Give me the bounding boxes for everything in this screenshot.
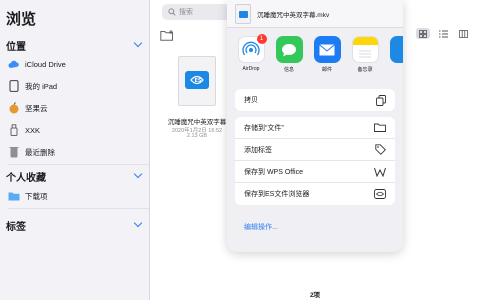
partial-app-icon bbox=[389, 36, 403, 63]
file-thumbnail: ES bbox=[178, 56, 216, 106]
view-mode-buttons bbox=[416, 28, 470, 39]
file-thumbnail bbox=[235, 4, 251, 24]
divider bbox=[8, 164, 149, 165]
airdrop-icon: 1 bbox=[237, 34, 267, 63]
sidebar-item-nutstore[interactable]: 坚果云 bbox=[0, 98, 150, 118]
locations-chevron-icon[interactable] bbox=[133, 38, 143, 48]
notes-icon bbox=[351, 36, 379, 63]
copy-action-group: 拷贝 bbox=[235, 89, 395, 111]
share-app-more-partial[interactable] bbox=[387, 36, 403, 63]
action-list: 存储到“文件” 添加标签 保存到 WPS Office 保存到ES文件浏览器 bbox=[235, 117, 395, 205]
item-count: 2项 bbox=[309, 292, 321, 299]
search-icon bbox=[168, 8, 176, 16]
action-label: 保存到ES文件浏览器 bbox=[244, 191, 310, 198]
tag-icon bbox=[375, 144, 386, 155]
share-app-label: 备忘录 bbox=[357, 67, 373, 73]
share-app-row: 1 AirDrop 信息 邮件 备忘录 bbox=[227, 32, 403, 82]
svg-text:ES: ES bbox=[195, 78, 202, 84]
column-view-icon[interactable] bbox=[456, 28, 470, 39]
share-filename: 沉睡魔咒中英双字幕.mkv bbox=[257, 12, 330, 19]
share-app-messages[interactable]: 信息 bbox=[273, 36, 305, 73]
save-to-es-action[interactable]: 保存到ES文件浏览器 bbox=[235, 183, 395, 205]
list-view-icon[interactable] bbox=[436, 28, 450, 39]
es-explorer-icon bbox=[374, 189, 386, 199]
edit-actions-link[interactable]: 编辑操作... bbox=[244, 222, 278, 232]
notification-badge: 1 bbox=[256, 34, 267, 44]
divider bbox=[8, 208, 149, 209]
share-sheet-header: 沉睡魔咒中英双字幕.mkv bbox=[227, 0, 403, 28]
share-app-mail[interactable]: 邮件 bbox=[311, 36, 343, 73]
copy-icon bbox=[376, 94, 386, 106]
trash-icon bbox=[8, 146, 20, 158]
share-app-airdrop[interactable]: 1 AirDrop bbox=[235, 34, 267, 72]
share-app-notes[interactable]: 备忘录 bbox=[349, 36, 381, 73]
messages-icon bbox=[275, 36, 303, 63]
file-size: 2.13 GB bbox=[186, 133, 208, 139]
sidebar-item-label: 最近删除 bbox=[25, 147, 55, 157]
action-label: 添加标签 bbox=[244, 146, 272, 154]
usb-drive-icon bbox=[8, 124, 20, 136]
sidebar-item-label: 我的 iPad bbox=[25, 81, 58, 91]
share-sheet: 沉睡魔咒中英双字幕.mkv 1 AirDrop 信息 邮件 备忘录 拷贝 存储到… bbox=[227, 0, 403, 252]
sidebar-item-label: iCloud Drive bbox=[25, 59, 66, 69]
file-name: 沉睡魔咒中英双字幕 bbox=[167, 119, 227, 126]
ipad-icon bbox=[8, 80, 20, 92]
save-to-files-action[interactable]: 存储到“文件” bbox=[235, 117, 395, 139]
mail-icon bbox=[313, 36, 341, 63]
wps-icon bbox=[374, 167, 386, 177]
sidebar-item-icloud-drive[interactable]: iCloud Drive bbox=[0, 54, 150, 74]
action-label: 保存到 WPS Office bbox=[244, 168, 303, 176]
sidebar-item-label: XXK bbox=[25, 125, 41, 135]
share-app-label: 信息 bbox=[283, 67, 294, 73]
favorites-header[interactable]: 个人收藏 bbox=[6, 169, 46, 184]
add-tag-action[interactable]: 添加标签 bbox=[235, 139, 395, 161]
search-placeholder: 搜索 bbox=[179, 9, 193, 16]
copy-action[interactable]: 拷贝 bbox=[235, 89, 395, 111]
tags-chevron-icon[interactable] bbox=[133, 218, 143, 228]
share-app-label: AirDrop bbox=[242, 66, 260, 72]
sidebar: 浏览 位置 iCloud Drive 我的 iPad 坚果云 XXK 最近删除 … bbox=[0, 0, 150, 300]
sidebar-item-my-ipad[interactable]: 我的 iPad bbox=[0, 76, 150, 96]
sidebar-item-label: 下载项 bbox=[25, 191, 48, 201]
tags-header[interactable]: 标签 bbox=[6, 218, 26, 233]
sidebar-item-xxk[interactable]: XXK bbox=[0, 120, 150, 140]
sidebar-title: 浏览 bbox=[6, 11, 37, 28]
folder-icon bbox=[374, 123, 386, 132]
share-app-label: 邮件 bbox=[321, 67, 332, 73]
sidebar-item-label: 坚果云 bbox=[25, 103, 48, 113]
favorites-chevron-icon[interactable] bbox=[133, 169, 143, 179]
sidebar-item-recently-deleted[interactable]: 最近删除 bbox=[0, 142, 150, 162]
es-file-icon: ES bbox=[185, 71, 209, 89]
locations-header[interactable]: 位置 bbox=[6, 38, 26, 53]
save-to-wps-action[interactable]: 保存到 WPS Office bbox=[235, 161, 395, 183]
sidebar-item-downloads[interactable]: 下载项 bbox=[0, 186, 150, 206]
action-label: 拷贝 bbox=[244, 97, 258, 104]
nutstore-icon bbox=[8, 102, 20, 114]
new-folder-icon[interactable] bbox=[160, 28, 174, 46]
grid-view-icon[interactable] bbox=[416, 28, 430, 39]
action-label: 存储到“文件” bbox=[244, 124, 284, 132]
folder-icon bbox=[8, 190, 20, 202]
cloud-icon bbox=[8, 58, 20, 70]
